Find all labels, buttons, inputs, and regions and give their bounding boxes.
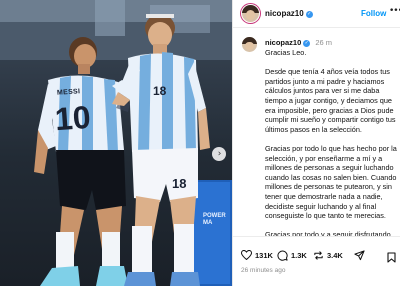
repost-button[interactable]: 3.4K <box>313 250 343 261</box>
jersey-number-back: 10 <box>53 98 92 138</box>
author-avatar[interactable] <box>241 4 260 23</box>
next-photo-button[interactable]: › <box>212 147 226 161</box>
save-button[interactable] <box>387 250 396 268</box>
caption-paragraph: Desde que tenía 4 años veía todos tus pa… <box>265 67 396 134</box>
follow-button[interactable]: Follow <box>361 9 386 18</box>
author-username[interactable]: nicopaz10 ✓ <box>265 9 313 18</box>
caption-time: 26 m <box>315 38 333 47</box>
shorts-number: 18 <box>172 176 187 191</box>
comment-icon <box>277 250 288 261</box>
repost-icon <box>314 251 323 260</box>
posted-time: 26 minutes ago <box>241 267 286 274</box>
verified-badge-icon: ✓ <box>305 11 313 18</box>
bookmark-icon <box>387 252 396 263</box>
comment-count: 1.3K <box>291 251 307 260</box>
like-count: 131K <box>255 250 273 260</box>
caption-paragraph: Gracias por todo lo que has hecho por la… <box>265 143 397 221</box>
caption-header: nicopaz10 ✓ 26 m <box>265 38 332 47</box>
jersey-number-front: 18 <box>153 84 167 98</box>
heart-icon <box>241 250 252 260</box>
action-bar: 131K 1.3K 3.4K 26 minutes ago <box>233 236 400 286</box>
caption-username[interactable]: nicopaz10 ✓ <box>265 38 312 47</box>
repost-count: 3.4K <box>327 251 343 260</box>
post-photo[interactable]: MESSI 10 18 18 POWER MA › <box>0 0 232 286</box>
share-button[interactable] <box>354 250 365 261</box>
verified-badge-icon: ✓ <box>303 40 311 47</box>
post-header: nicopaz10✓ Follow ••• <box>233 0 400 28</box>
caption-greeting: Gracias Leo. <box>265 48 307 57</box>
caption-avatar[interactable] <box>241 36 258 53</box>
caption-text: Gracias Leo. Desde que tenía 4 años veía… <box>265 48 397 259</box>
comment-button[interactable]: 1.3K <box>277 250 307 261</box>
ad-board-text: POWER MA <box>203 213 226 226</box>
like-button[interactable]: 131K <box>241 250 273 260</box>
share-icon <box>354 250 365 261</box>
chevron-right-icon: › <box>217 148 222 159</box>
post-panel: nicopaz10✓ Follow ••• nicopaz10✓ 26 m Gr… <box>232 0 400 286</box>
photo-illustration <box>0 0 232 286</box>
more-options-icon[interactable]: ••• <box>389 6 400 16</box>
